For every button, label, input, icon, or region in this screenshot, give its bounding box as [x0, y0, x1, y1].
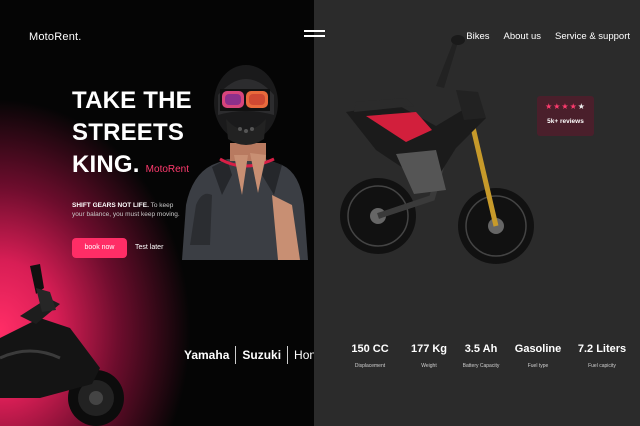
spec-label: Displacement	[354, 363, 386, 369]
headline-king: KING.	[72, 151, 140, 178]
hero-headline: TAKE THE STREETS KING. MotoRent	[72, 85, 192, 186]
spec-fuel-type: Gasoline Fuel type	[510, 343, 566, 369]
tagline-bold: SHIFT GEARS NOT LIFE.	[72, 202, 149, 209]
brand-yamaha[interactable]: Yamaha	[178, 348, 235, 362]
headline-line-2: STREETS	[72, 119, 185, 146]
spec-value: 7.2 Liters	[577, 343, 627, 355]
spec-displacement: 150 CC Displacement	[342, 343, 398, 369]
spec-value: Gasoline	[514, 343, 562, 355]
brand-list: Yamaha Suzuki Honda	[178, 346, 314, 364]
star-icon: ★	[569, 102, 578, 111]
menu-icon[interactable]	[304, 30, 325, 38]
brand-suzuki[interactable]: Suzuki	[236, 348, 287, 362]
star-icon: ★	[561, 102, 570, 111]
test-later-button[interactable]: Test later	[135, 238, 163, 258]
dirt-bike-image	[340, 35, 534, 264]
scooter-image	[0, 264, 124, 426]
logo[interactable]: MotoRent.	[29, 31, 82, 43]
hero-panel: MotoRent. TAKE THE STREETS KING. MotoRent…	[0, 0, 314, 426]
spec-label: Battery Capacity	[462, 363, 500, 369]
headline-line-1: TAKE THE	[72, 87, 192, 114]
spec-label: Fuel type	[527, 363, 549, 369]
spec-value: 150 CC	[351, 343, 389, 355]
spec-weight: 177 Kg Weight	[404, 343, 454, 369]
spec-fuel-capacity: 7.2 Liters Fuel capicity	[570, 343, 634, 369]
rider-image	[182, 65, 308, 260]
spec-value: 3.5 Ah	[464, 343, 498, 355]
divider	[287, 346, 289, 364]
rating-stars: ★★★★★	[537, 102, 594, 111]
brand-honda[interactable]: Honda	[288, 348, 314, 362]
star-icon: ★	[577, 102, 586, 111]
spec-label: Fuel capicity	[588, 363, 616, 369]
spec-battery: 3.5 Ah Battery Capacity	[456, 343, 506, 369]
book-now-button[interactable]: book now	[72, 238, 127, 258]
divider	[235, 346, 237, 364]
review-count: 5k+ reviews	[547, 118, 584, 125]
nav-service-support[interactable]: Service & support	[555, 31, 630, 42]
hero-tagline: SHIFT GEARS NOT LIFE. To keep your balan…	[72, 201, 187, 219]
headline-line-3: KING. MotoRent	[72, 149, 192, 186]
spec-value: 177 Kg	[410, 343, 448, 355]
reviews-card[interactable]: ★★★★★ 5k+ reviews	[537, 96, 594, 136]
star-icon: ★	[545, 102, 554, 111]
product-panel: Bikes About us Service & support ★★★★★ 5…	[314, 0, 640, 426]
spec-label: Weight	[421, 363, 437, 369]
